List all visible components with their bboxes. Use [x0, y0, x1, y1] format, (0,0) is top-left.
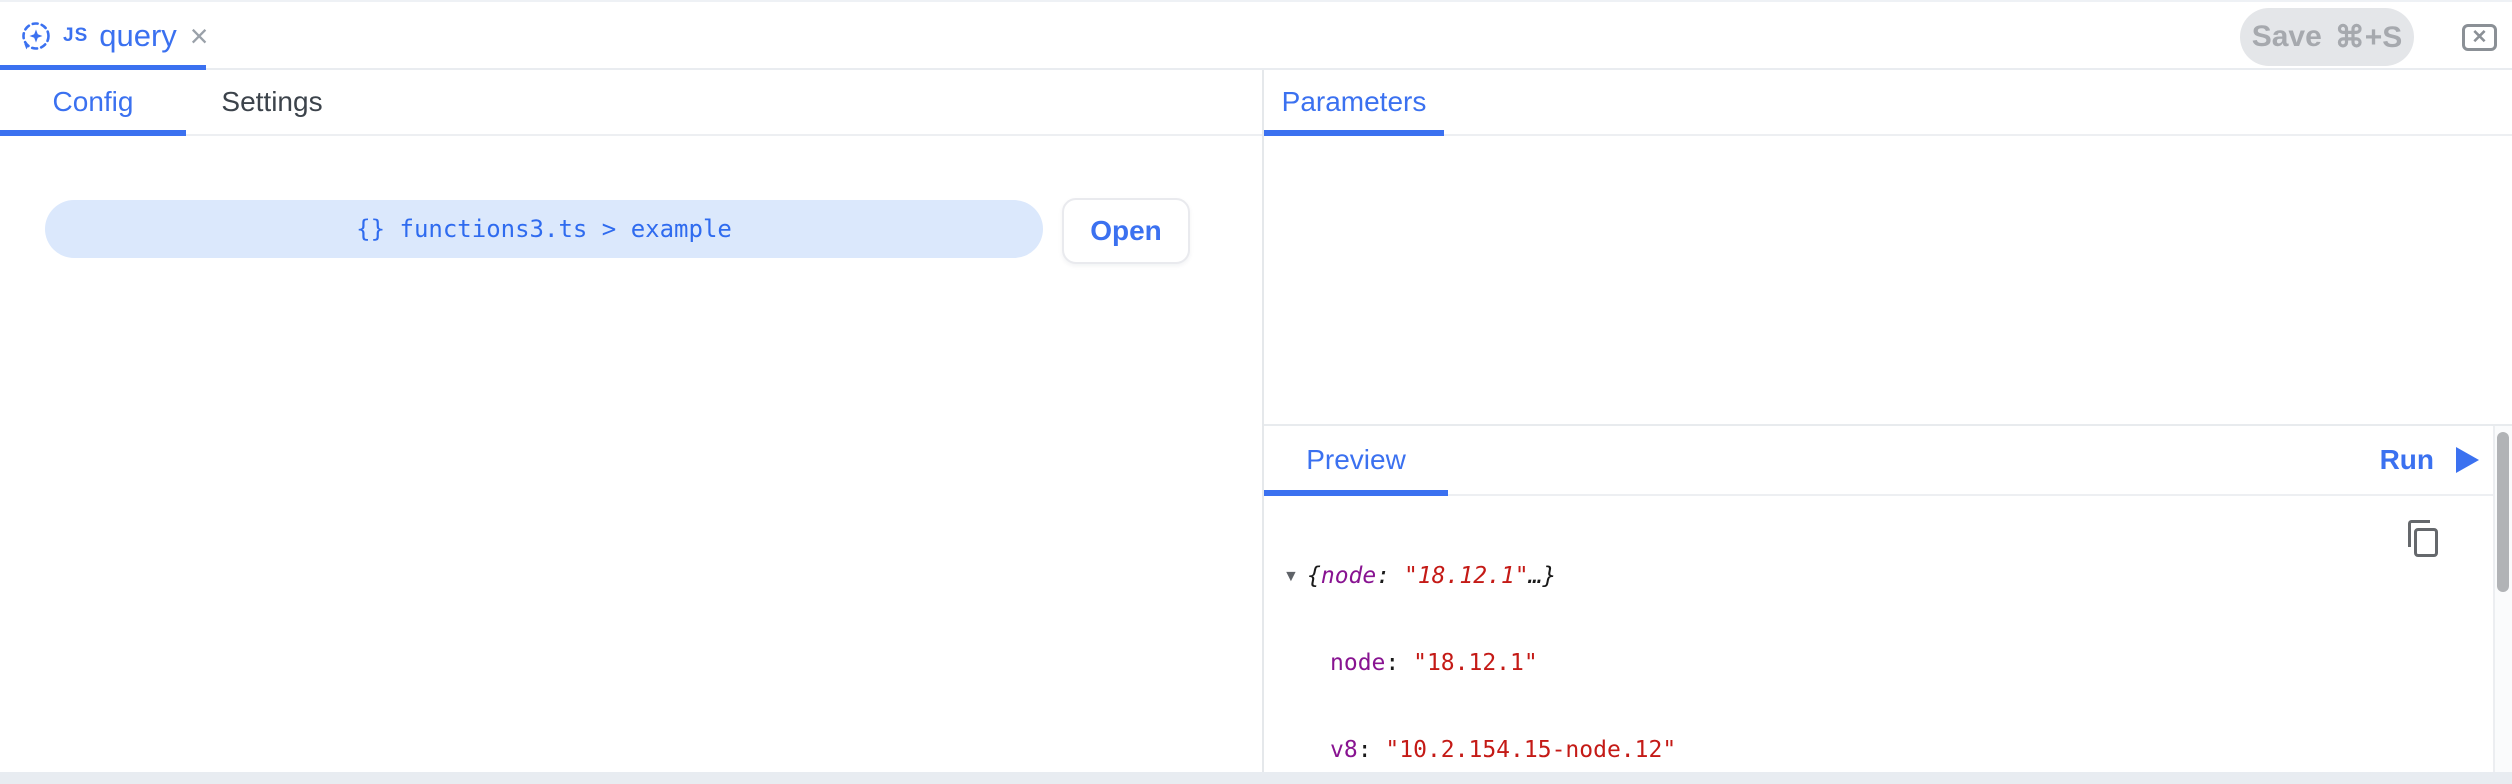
config-panel: Config Settings {} functions3.ts > examp…: [0, 70, 1262, 772]
tab-settings[interactable]: Settings: [186, 70, 358, 134]
object-preview-text: {node: "18.12.1"…}: [1307, 562, 1556, 591]
preview-tab-row: Preview Run: [1264, 426, 2512, 496]
console-entry-node: node: "18.12.1": [1283, 649, 2474, 678]
open-button[interactable]: Open: [1062, 198, 1190, 264]
function-sync-icon: [20, 20, 52, 52]
save-button[interactable]: Save ⌘+S: [2240, 8, 2414, 66]
function-runner-window: JS query × Save ⌘+S ✕ Config Settings {}…: [0, 0, 2512, 784]
console-object-summary[interactable]: ▼ {node: "18.12.1"…}: [1283, 562, 2474, 591]
config-settings-tab-row: Config Settings: [0, 70, 1262, 136]
tab-preview[interactable]: Preview: [1264, 426, 1448, 494]
run-button-label: Run: [2380, 444, 2434, 476]
run-button[interactable]: Run: [2380, 426, 2479, 494]
copy-output-button[interactable]: [2406, 518, 2440, 560]
editor-tab-query[interactable]: JS query ×: [0, 2, 206, 70]
tab-parameters[interactable]: Parameters: [1264, 70, 1444, 134]
console-entry-v8: v8: "10.2.154.15-node.12": [1283, 736, 2474, 765]
close-window-button[interactable]: ✕: [2462, 24, 2497, 51]
preview-console-output: ▼ {node: "18.12.1"…} node: "18.12.1" v8:…: [1264, 498, 2474, 772]
expand-triangle-icon[interactable]: ▼: [1283, 562, 1307, 591]
parameters-tab-row: Parameters: [1264, 70, 2512, 136]
copy-icon: [2406, 518, 2440, 560]
play-icon: [2456, 447, 2479, 473]
function-reference-pill: {} functions3.ts > example: [45, 200, 1043, 258]
horizontal-scrollbar-track[interactable]: [0, 772, 2512, 784]
tab-close-icon[interactable]: ×: [190, 20, 209, 52]
tab-config[interactable]: Config: [0, 70, 186, 134]
close-icon: ✕: [2472, 28, 2488, 47]
save-shortcut-hint: ⌘+S: [2335, 20, 2403, 55]
editor-tab-title: query: [99, 18, 177, 54]
parameters-preview-panel: Parameters Preview Run ▼ {node: "18.12.1…: [1264, 70, 2512, 772]
editor-tab-bar: JS query × Save ⌘+S ✕: [0, 0, 2512, 70]
save-button-label: Save: [2252, 20, 2322, 54]
vertical-scrollbar-thumb[interactable]: [2497, 432, 2509, 592]
js-language-badge: JS: [63, 25, 88, 47]
